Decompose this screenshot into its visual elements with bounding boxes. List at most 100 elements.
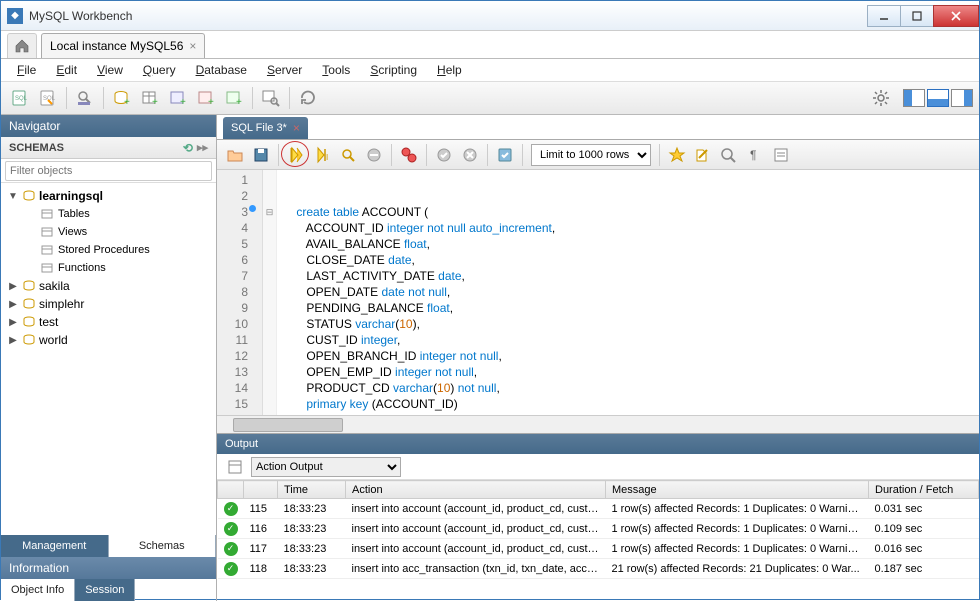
output-row[interactable]: ✓11718:33:23insert into account (account… [218, 539, 979, 559]
db-sakila[interactable]: ▶sakila [1, 277, 216, 295]
output-row[interactable]: ✓11518:33:23insert into account (account… [218, 499, 979, 519]
menu-query[interactable]: Query [135, 61, 184, 79]
beautify-icon[interactable] [665, 143, 689, 167]
stop-icon[interactable] [362, 143, 386, 167]
close-tab-icon[interactable]: × [189, 39, 196, 53]
output-panel: Output Action Output TimeActionMessageDu… [217, 433, 979, 601]
tree-node-stored-procedures[interactable]: Stored Procedures [1, 241, 216, 259]
wrap-icon[interactable]: ¶ [743, 143, 767, 167]
schema-tree[interactable]: ▼learningsqlTablesViewsStored Procedures… [1, 183, 216, 513]
tab-schemas[interactable]: Schemas [109, 535, 217, 557]
tree-node-views[interactable]: Views [1, 223, 216, 241]
svg-text:+: + [236, 97, 242, 108]
fold-gutter: ⊟ [263, 170, 277, 415]
search-table-data-icon[interactable] [258, 85, 284, 111]
create-table-icon[interactable]: + [137, 85, 163, 111]
menu-file[interactable]: File [9, 61, 44, 79]
breakpoint-icon[interactable] [249, 205, 256, 212]
execute-current-icon[interactable]: I [310, 143, 334, 167]
sql-editor[interactable]: 12345678910111213141516 ⊟ create table A… [217, 170, 979, 415]
db-test[interactable]: ▶test [1, 313, 216, 331]
filter-objects-input[interactable] [5, 161, 212, 181]
sql-tab-row: SQL File 3* × [217, 115, 979, 139]
open-sql-script-icon[interactable]: SQL [35, 85, 61, 111]
schemas-label: SCHEMAS [9, 142, 64, 154]
output-col[interactable] [244, 481, 278, 499]
commit-icon[interactable] [432, 143, 456, 167]
snippets-icon[interactable] [769, 143, 793, 167]
close-button[interactable] [933, 5, 979, 27]
output-view-icon[interactable] [223, 455, 247, 479]
execute-button[interactable] [284, 143, 308, 167]
find-icon[interactable] [691, 143, 715, 167]
tab-management[interactable]: Management [1, 535, 109, 557]
output-col[interactable]: Message [606, 481, 869, 499]
code-text[interactable]: create table ACCOUNT ( ACCOUNT_ID intege… [277, 170, 979, 415]
svg-text:+: + [152, 97, 158, 108]
menu-scripting[interactable]: Scripting [362, 61, 425, 79]
settings-gear-icon[interactable] [871, 88, 891, 108]
home-tab[interactable] [7, 33, 37, 58]
connection-tab[interactable]: Local instance MySQL56 × [41, 33, 205, 58]
minimize-button[interactable] [867, 5, 901, 27]
reconnect-icon[interactable] [295, 85, 321, 111]
output-col[interactable]: Duration / Fetch [869, 481, 979, 499]
expand-icon[interactable]: ▸▸ [197, 141, 208, 155]
layout-right-panel-button[interactable] [951, 89, 973, 107]
schemas-header: SCHEMAS ⟲ ▸▸ [1, 137, 216, 159]
inspector-icon[interactable] [72, 85, 98, 111]
menu-edit[interactable]: Edit [48, 61, 85, 79]
close-sql-tab-icon[interactable]: × [293, 121, 300, 135]
output-row[interactable]: ✓11818:33:23insert into acc_transaction … [218, 559, 979, 579]
tree-node-tables[interactable]: Tables [1, 205, 216, 223]
open-file-icon[interactable] [223, 143, 247, 167]
svg-text:SQL: SQL [15, 96, 28, 102]
connection-tab-row: Local instance MySQL56 × [1, 31, 979, 59]
information-header: Information [1, 557, 216, 579]
invisible-chars-icon[interactable] [717, 143, 741, 167]
tab-object-info[interactable]: Object Info [1, 579, 75, 601]
navigator-header: Navigator [1, 115, 216, 137]
toggle-error-icon[interactable] [397, 143, 421, 167]
autocommit-icon[interactable] [493, 143, 517, 167]
maximize-button[interactable] [900, 5, 934, 27]
sql-file-tab[interactable]: SQL File 3* × [223, 117, 308, 139]
layout-bottom-panel-button[interactable] [927, 89, 949, 107]
menu-database[interactable]: Database [188, 61, 255, 79]
success-icon: ✓ [224, 502, 238, 516]
output-col[interactable]: Action [346, 481, 606, 499]
explain-icon[interactable] [336, 143, 360, 167]
success-icon: ✓ [224, 562, 238, 576]
create-view-icon[interactable]: + [165, 85, 191, 111]
svg-text:+: + [208, 97, 214, 108]
new-sql-tab-icon[interactable]: SQL [7, 85, 33, 111]
save-file-icon[interactable] [249, 143, 273, 167]
app-icon: ◆ [7, 8, 23, 24]
output-header: Output [217, 434, 979, 454]
create-schema-icon[interactable]: + [109, 85, 135, 111]
output-col[interactable] [218, 481, 244, 499]
horizontal-scrollbar[interactable] [217, 415, 979, 433]
menu-help[interactable]: Help [429, 61, 470, 79]
db-simplehr[interactable]: ▶simplehr [1, 295, 216, 313]
create-procedure-icon[interactable]: + [193, 85, 219, 111]
db-learningsql[interactable]: ▼learningsql [1, 187, 216, 205]
menu-tools[interactable]: Tools [314, 61, 358, 79]
tree-node-functions[interactable]: Functions [1, 259, 216, 277]
output-row[interactable]: ✓11618:33:23insert into account (account… [218, 519, 979, 539]
svg-text:+: + [180, 97, 186, 108]
tab-session[interactable]: Session [75, 579, 135, 601]
db-world[interactable]: ▶world [1, 331, 216, 349]
menu-view[interactable]: View [89, 61, 131, 79]
filter-row [1, 159, 216, 183]
menu-server[interactable]: Server [259, 61, 310, 79]
create-function-icon[interactable]: + [221, 85, 247, 111]
output-col[interactable]: Time [278, 481, 346, 499]
rollback-icon[interactable] [458, 143, 482, 167]
refresh-icon[interactable]: ⟲ [183, 141, 193, 155]
menu-bar: FileEditViewQueryDatabaseServerToolsScri… [1, 59, 979, 81]
output-type-select[interactable]: Action Output [251, 457, 401, 477]
layout-left-panel-button[interactable] [903, 89, 925, 107]
row-limit-select[interactable]: Limit to 1000 rows [531, 144, 651, 166]
output-table[interactable]: TimeActionMessageDuration / Fetch ✓11518… [217, 480, 979, 601]
